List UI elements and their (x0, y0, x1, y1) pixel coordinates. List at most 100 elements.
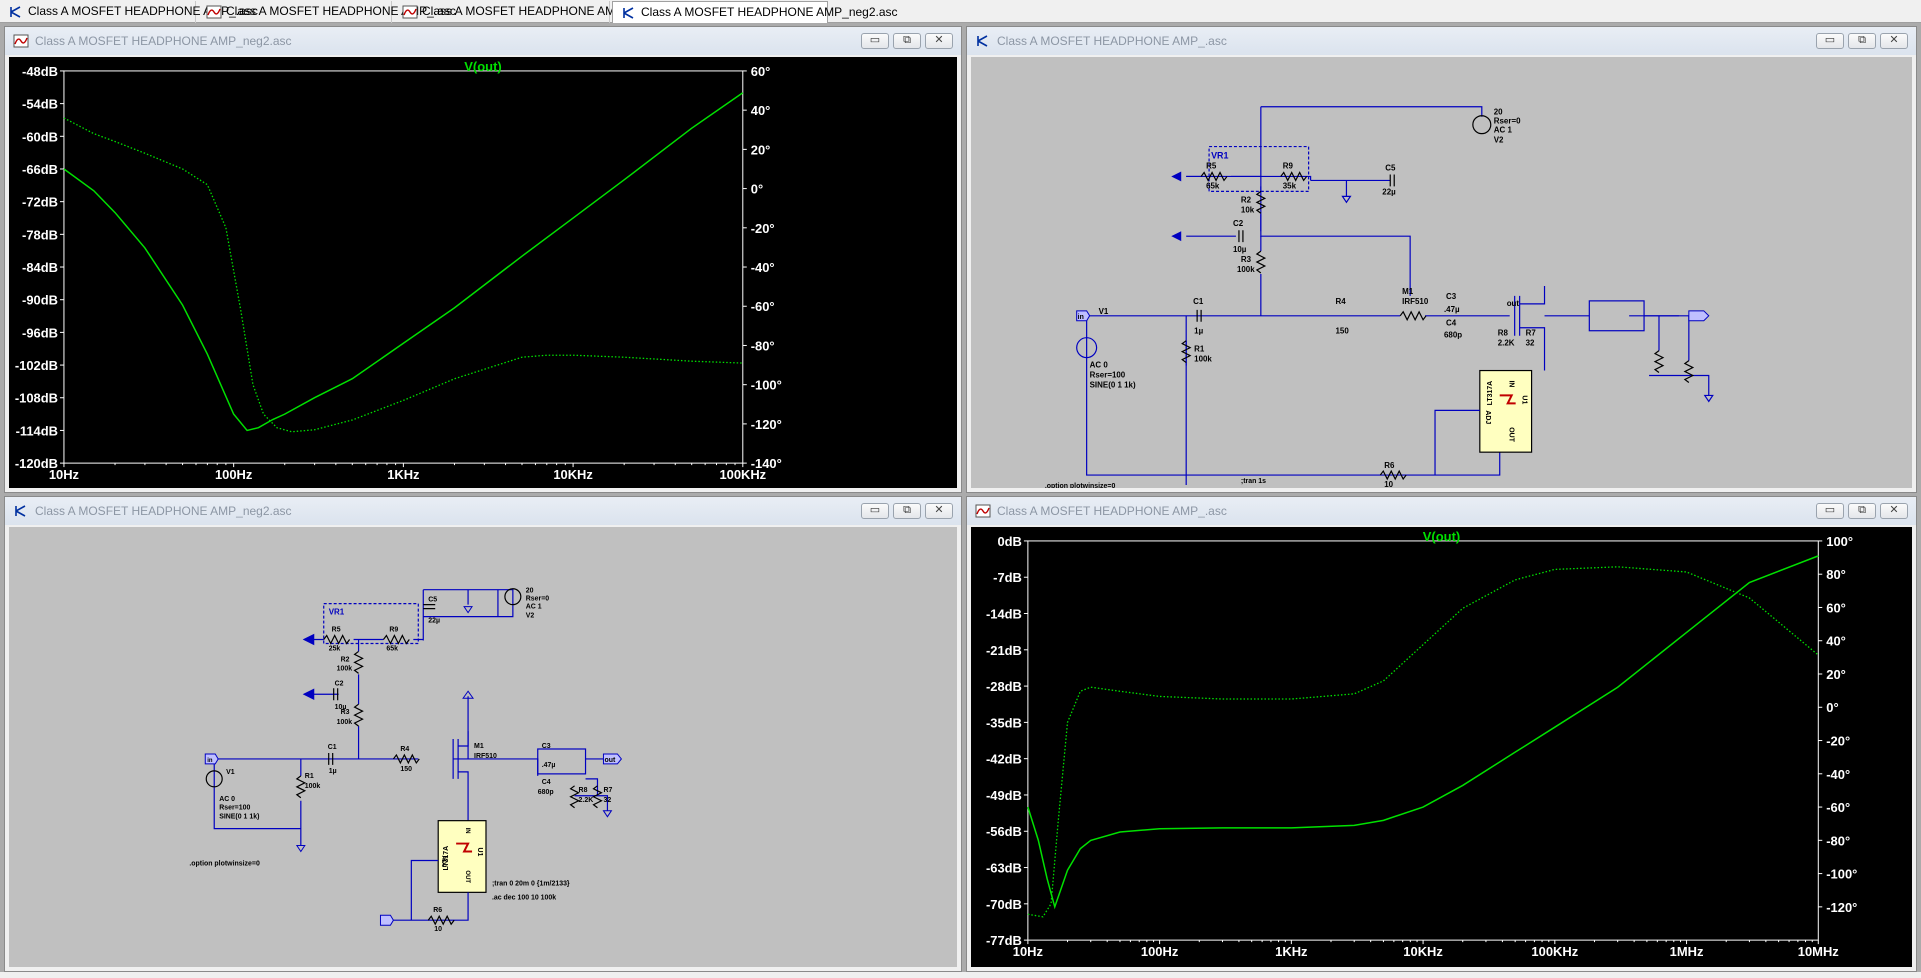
label-out: out (604, 757, 615, 764)
label-r9-value: 65k (386, 645, 398, 652)
label-sine: SINE(0 1 1k) (1090, 380, 1136, 389)
trace-name[interactable]: V(out) (971, 529, 1912, 544)
y2-tick-label: -120° (1826, 900, 1857, 915)
label-rser100: Rser=100 (219, 805, 250, 812)
label-m1: M1 (474, 743, 484, 750)
y2-tick-label: -80° (751, 338, 775, 353)
label-r7-value: 32 (603, 797, 611, 804)
label-v2-value: 20 (526, 588, 534, 595)
tab-neg2-waveform[interactable]: Class A MOSFET HEADPHONE AMP_neg2.asc (394, 1, 679, 23)
label-c4-value: 680p (1444, 331, 1462, 340)
neg2-schematic-drawing[interactable]: VR1 R5 25k R9 65k C5 22µ 20 Rser=0 AC 1 … (9, 527, 957, 967)
close-button[interactable]: ✕ (925, 33, 953, 49)
label-v2: V2 (526, 613, 535, 620)
close-button[interactable]: ✕ (925, 503, 953, 519)
label-c1-value: 1µ (1194, 327, 1203, 336)
label-m1: M1 (1402, 287, 1414, 296)
label-c1-value: 1µ (329, 768, 337, 775)
y-tick-label: -35dB (986, 715, 1022, 730)
label-rser100: Rser=100 (1090, 371, 1126, 380)
x-tick-label: 1KHz (1275, 944, 1307, 959)
label-r9-value: 35k (1283, 181, 1297, 190)
directive-ac: .ac dec 100 10 100k (492, 894, 556, 901)
y-tick-label: -84dB (22, 260, 58, 275)
y2-tick-label: 60° (1826, 600, 1846, 615)
label-in-port: in (1078, 314, 1084, 321)
waveform-icon (402, 5, 418, 19)
window-titlebar[interactable]: Class A MOSFET HEADPHONE AMP_neg2.asc ▭ … (5, 497, 961, 525)
schematic-canvas[interactable]: VR1 R5 25k R9 65k C5 22µ 20 Rser=0 AC 1 … (9, 527, 957, 967)
window-titlebar[interactable]: Class A MOSFET HEADPHONE AMP_.asc ▭ ⧉ ✕ (967, 27, 1916, 55)
close-button[interactable]: ✕ (1880, 503, 1908, 519)
waveform-plot-pane[interactable]: 10Hz 100Hz 1KHz 10KHz 100KHz -48dB -54dB -60dB -… (9, 57, 957, 488)
label-c5: C5 (428, 597, 437, 604)
y2-tick-label: 40° (1826, 634, 1846, 649)
y-tick-label: -70dB (986, 897, 1022, 912)
y-tick-label: -7dB (993, 570, 1022, 585)
label-c3-value: .47µ (542, 762, 556, 769)
window-amp-schematic: Class A MOSFET HEADPHONE AMP_.asc ▭ ⧉ ✕ (966, 26, 1917, 493)
tab-amp-waveform[interactable]: Class A MOSFET HEADPHONE AMP_.asc (198, 1, 456, 23)
label-r3: R3 (1241, 255, 1252, 264)
schematic-icon (623, 7, 634, 19)
amp-schematic-drawing[interactable]: VR1 R5 65k R9 35k C5 22µ 20 Rser=0 AC 1 … (971, 57, 1912, 488)
tab-neg2-schematic[interactable]: Class A MOSFET HEADPHONE AMP_neg2.asc (612, 1, 898, 23)
y2-tick-label: 80° (1826, 567, 1846, 582)
restore-button[interactable]: ⧉ (1848, 33, 1876, 49)
label-in-port: in (207, 758, 213, 764)
label-v1: V1 (226, 769, 235, 776)
label-m1-value: IRF510 (1402, 297, 1429, 306)
minimize-button[interactable]: ▭ (1816, 503, 1844, 519)
close-button[interactable]: ✕ (1880, 33, 1908, 49)
label-c2: C2 (335, 680, 344, 687)
minimize-button[interactable]: ▭ (1816, 33, 1844, 49)
restore-button[interactable]: ⧉ (893, 503, 921, 519)
plot-frame (1027, 540, 1819, 941)
label-c4: C4 (1446, 319, 1457, 328)
x-tick-label: 100Hz (1141, 944, 1178, 959)
window-title: Class A MOSFET HEADPHONE AMP_.asc (997, 34, 1227, 48)
restore-button[interactable]: ⧉ (893, 33, 921, 49)
window-titlebar[interactable]: Class A MOSFET HEADPHONE AMP_neg2.asc ▭ … (5, 27, 961, 55)
y2-tick-label: -40° (751, 260, 775, 275)
y2-tick-label: -20° (1826, 734, 1850, 749)
label-r2-value: 10k (1241, 205, 1255, 214)
window-titlebar[interactable]: Class A MOSFET HEADPHONE AMP_.asc ▭ ⧉ ✕ (967, 497, 1916, 525)
bode-plot-neg2[interactable]: 10Hz 100Hz 1KHz 10KHz 100KHz-48dB-54dB-60dB-… (9, 57, 957, 488)
plot-frame (63, 70, 744, 464)
label-r8-value: 2.2K (1498, 339, 1515, 348)
schematic-icon (10, 6, 21, 18)
tab-amp-schematic[interactable]: Class A MOSFET HEADPHONE AMP_.asc (0, 1, 258, 23)
minimize-button[interactable]: ▭ (861, 33, 889, 49)
y2-tick-label: -60° (1826, 800, 1850, 815)
minimize-button[interactable]: ▭ (861, 503, 889, 519)
y2-tick-label: -100° (751, 378, 782, 393)
y-tick-label: -54dB (22, 97, 58, 112)
label-pin-in: IN (1508, 380, 1515, 387)
label-r8: R8 (1498, 329, 1509, 338)
label-r6: R6 (433, 907, 442, 914)
restore-button[interactable]: ⧉ (1848, 503, 1876, 519)
y2-tick-label: 40° (751, 103, 771, 118)
schematic-canvas[interactable]: VR1 R5 65k R9 35k C5 22µ 20 Rser=0 AC 1 … (971, 57, 1912, 488)
label-c4-value: 680p (538, 789, 554, 796)
y2-tick-label: 0° (1826, 700, 1838, 715)
label-r5: R5 (332, 627, 341, 634)
y-tick-label: -49dB (986, 788, 1022, 803)
bode-plot-amp[interactable]: 10Hz 100Hz 1KHz 10KHz 100KHz 1MHz 10MHz0dB-7dB… (971, 527, 1912, 967)
y-tick-label: -114dB (16, 423, 58, 438)
waveform-plot-pane[interactable]: 10Hz 100Hz 1KHz 10KHz 100KHz 1MHz 10MHz 0dB -7dB… (971, 527, 1912, 967)
label-c1: C1 (328, 744, 337, 751)
label-pin-adj: ADJ (1484, 410, 1491, 424)
y-tick-label: -120dB (15, 456, 58, 471)
label-c3-value: .47µ (1444, 305, 1460, 314)
label-pin-in: IN (464, 828, 470, 834)
trace-name[interactable]: V(out) (9, 59, 957, 74)
window-title: Class A MOSFET HEADPHONE AMP_.asc (997, 504, 1227, 518)
phase-trace (63, 117, 743, 433)
y2-tick-label: -20° (751, 221, 775, 236)
label-r5-value: 25k (329, 645, 341, 652)
label-v1: V1 (1099, 307, 1109, 316)
y-tick-label: -63dB (986, 861, 1022, 876)
x-tick-label: 10KHz (1403, 944, 1443, 959)
